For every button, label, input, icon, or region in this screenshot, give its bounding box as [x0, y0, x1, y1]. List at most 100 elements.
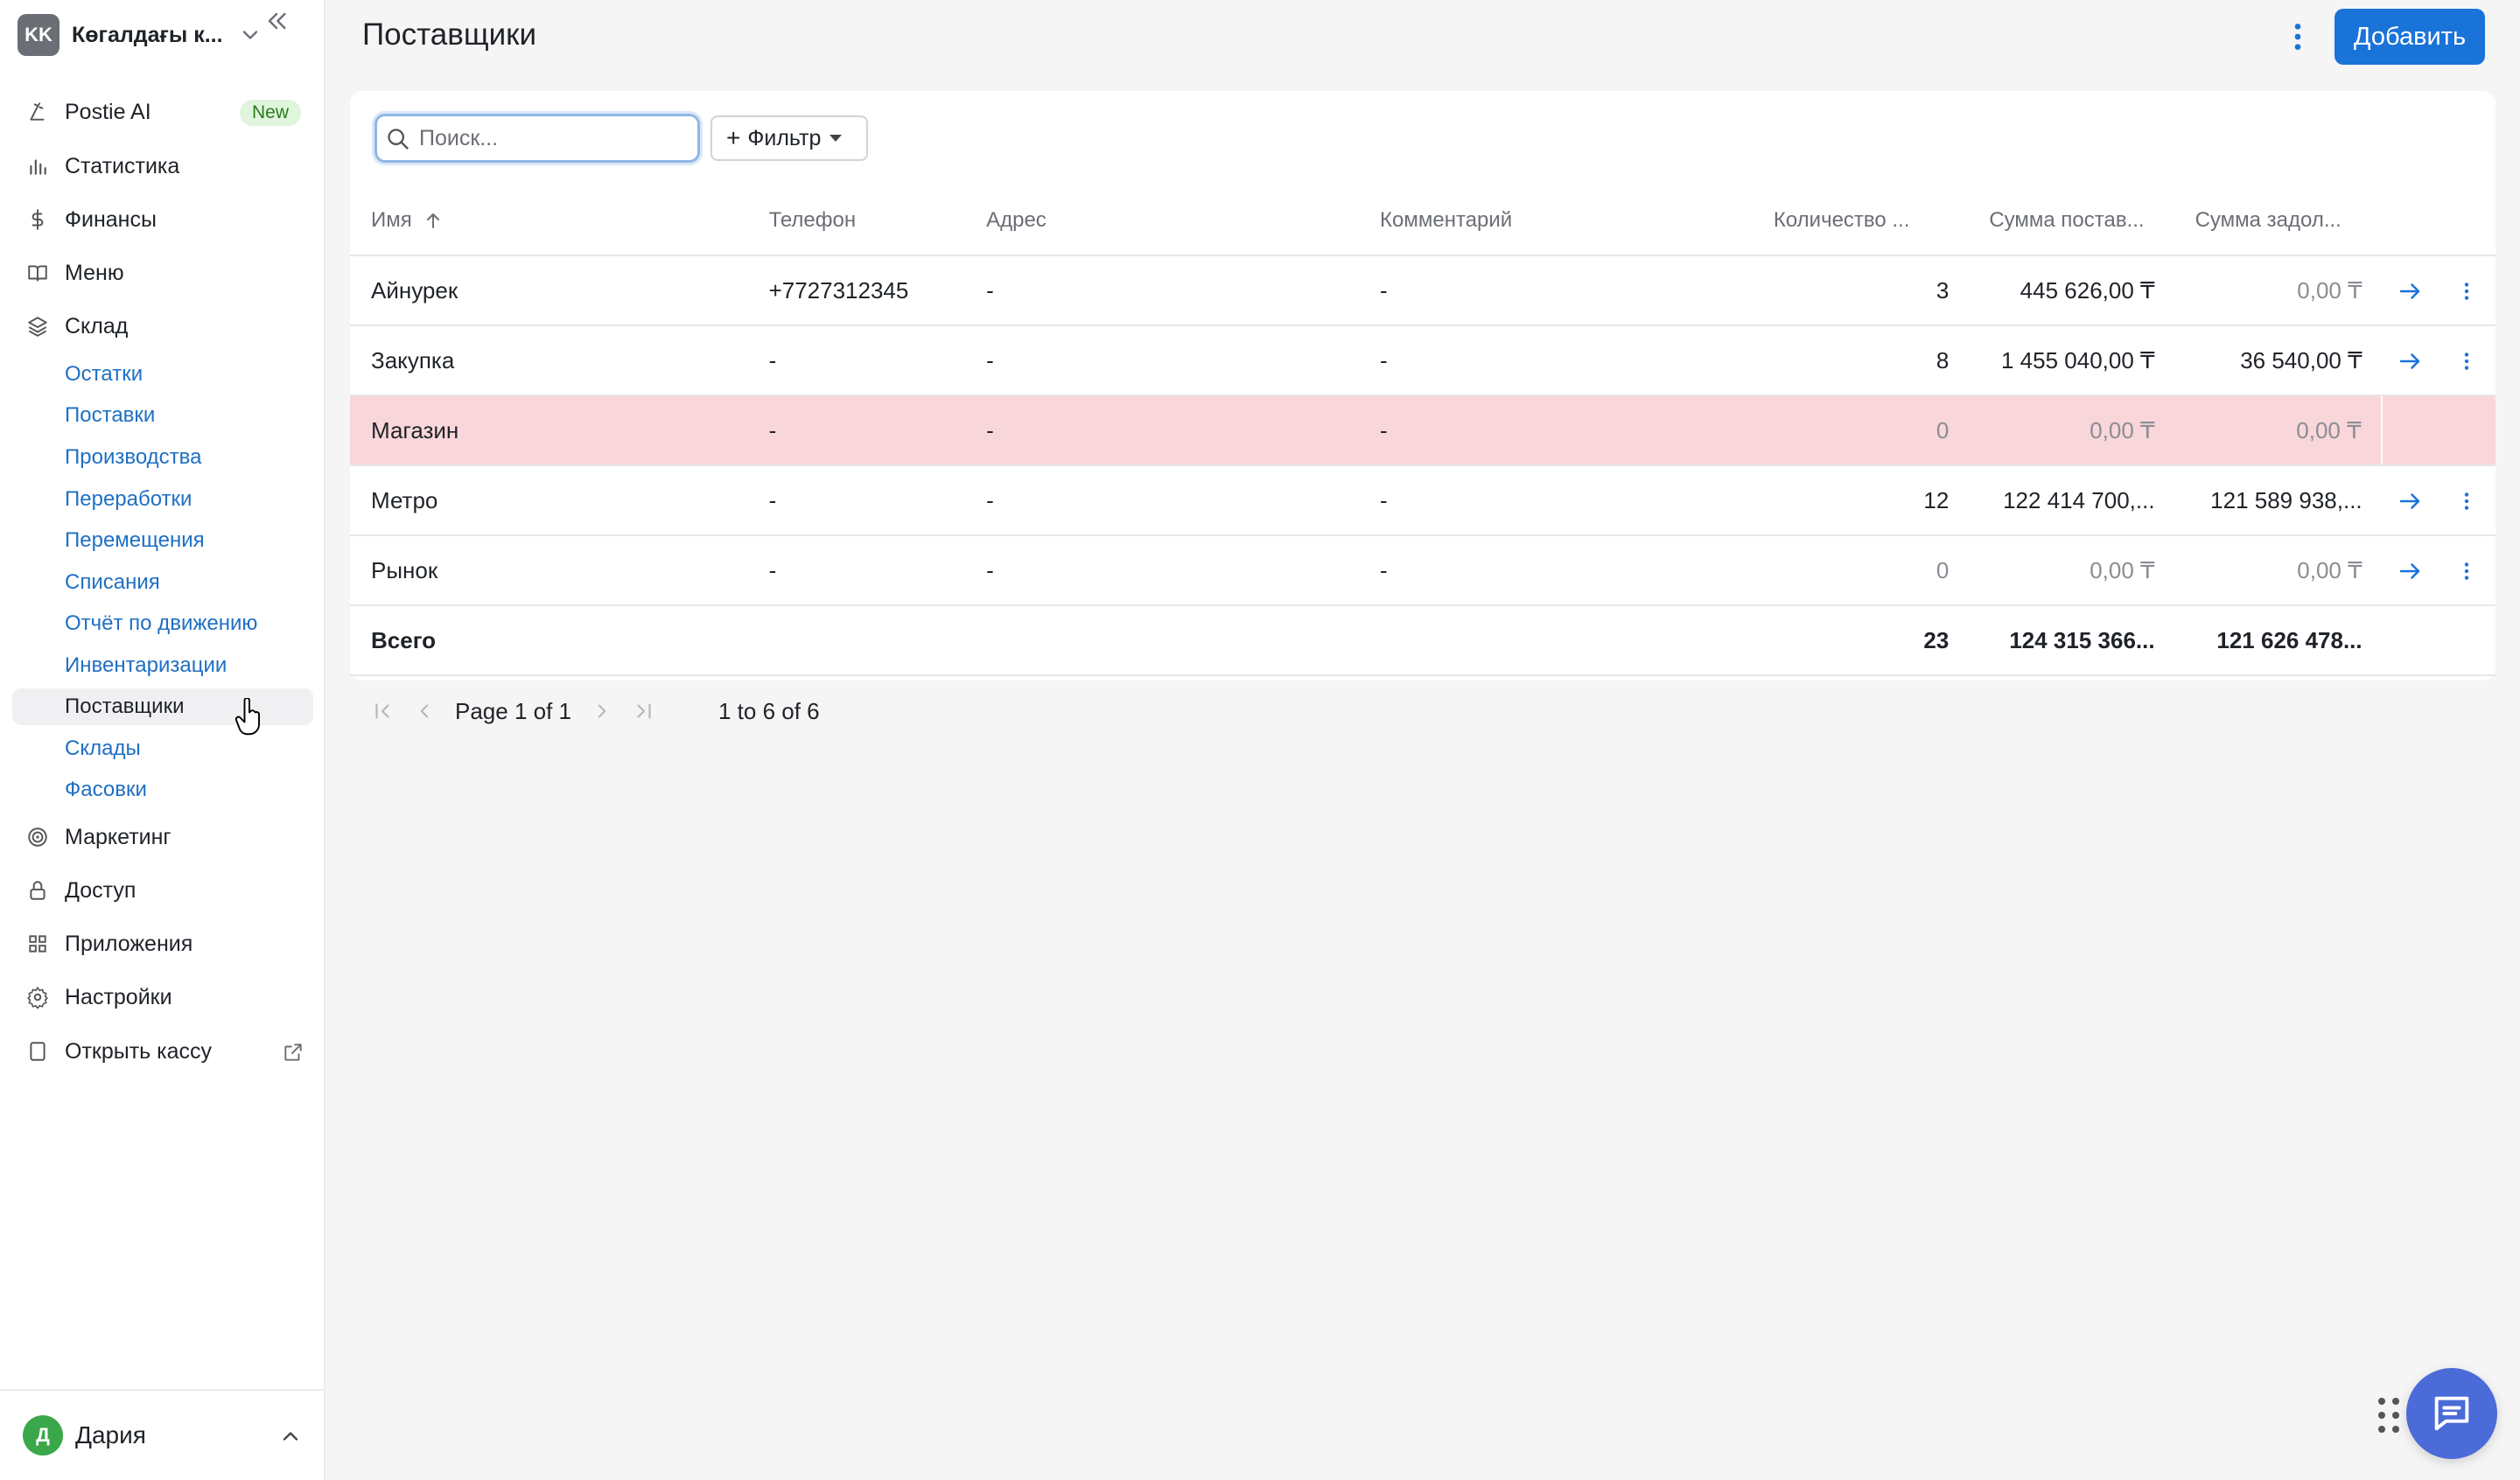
chevron-up-icon[interactable]	[278, 1424, 303, 1449]
table-total-row: Всего 23 124 315 366... 121 626 478...	[350, 605, 2496, 676]
next-page-icon[interactable]	[591, 700, 613, 723]
column-header-name[interactable]: Имя	[350, 185, 748, 256]
column-header-comment[interactable]: Комментарий	[1359, 185, 1753, 256]
sidebar-item-menu[interactable]: Меню	[12, 252, 313, 294]
cell-phone: -	[747, 535, 966, 606]
sidebar-item-label: Финансы	[65, 206, 157, 232]
more-vertical-icon[interactable]	[2455, 488, 2478, 514]
column-header-phone[interactable]: Телефон	[747, 185, 966, 256]
table-row[interactable]: Рынок - - - 0 0,00 ₸ 0,00 ₸	[350, 535, 2496, 606]
cell-comment: -	[1359, 255, 1753, 326]
sidebar-item-label: Меню	[65, 260, 124, 285]
arrow-right-icon[interactable]	[2397, 488, 2423, 514]
cell-debt-sum: 0,00 ₸	[2174, 535, 2382, 606]
chat-button[interactable]	[2406, 1368, 2497, 1459]
column-header-open	[2381, 185, 2439, 256]
cell-debt-sum: 0,00 ₸	[2174, 395, 2382, 466]
sidebar-item-open-cash[interactable]: Открыть кассу	[12, 1030, 313, 1072]
more-vertical-icon[interactable]	[2455, 558, 2478, 584]
filter-button[interactable]: + Фильтр	[710, 115, 868, 161]
sidebar-item-postie-ai[interactable]: Postie AI New	[12, 91, 313, 133]
row-range: 1 to 6 of 6	[718, 697, 820, 724]
user-menu[interactable]: Д Дария	[0, 1389, 326, 1480]
arrow-right-icon[interactable]	[2397, 558, 2423, 584]
layers-icon	[24, 313, 51, 339]
first-page-icon[interactable]	[371, 700, 394, 723]
cell-name: Магазин	[350, 395, 748, 466]
sidebar-sub-writeoffs[interactable]: Списания	[12, 564, 313, 601]
collapse-sidebar-icon[interactable]	[262, 7, 290, 35]
sidebar-sub-processing[interactable]: Переработки	[12, 481, 313, 518]
table-row[interactable]: Метро - - - 12 122 414 700,... 121 589 9…	[350, 465, 2496, 536]
tablet-icon	[24, 1038, 51, 1065]
search-box[interactable]	[374, 114, 700, 163]
cell-count: 0	[1752, 535, 1969, 606]
column-header-address[interactable]: Адрес	[965, 185, 1360, 256]
sidebar-item-marketing[interactable]: Маркетинг	[12, 816, 313, 858]
search-input[interactable]	[419, 122, 690, 155]
sidebar-sub-movement-report[interactable]: Отчёт по движению	[12, 605, 313, 642]
target-icon	[24, 824, 51, 850]
more-vertical-icon[interactable]	[2455, 278, 2478, 304]
cell-phone: +7727312345	[747, 255, 966, 326]
cell-count: 0	[1752, 395, 1969, 466]
chevron-down-icon[interactable]	[238, 23, 262, 47]
sort-ascending-icon	[426, 213, 439, 229]
last-page-icon[interactable]	[633, 700, 655, 723]
lock-icon	[24, 877, 51, 904]
more-vertical-icon[interactable]	[2280, 19, 2315, 54]
cell-address: -	[965, 325, 1360, 396]
chat-icon	[2434, 1396, 2469, 1431]
cell-open-empty	[2380, 395, 2439, 466]
sidebar-item-label: Postie AI	[65, 99, 151, 124]
sidebar-sub-production[interactable]: Производства	[12, 439, 313, 476]
sidebar-item-access[interactable]: Доступ	[12, 869, 313, 911]
cell-actions-empty	[2438, 395, 2496, 466]
sidebar-item-label: Доступ	[65, 877, 136, 903]
table-row[interactable]: Айнурек +7727312345 - - 3 445 626,00 ₸ 0…	[350, 255, 2496, 326]
cell-comment: -	[1359, 395, 1753, 466]
sidebar-sub-warehouses[interactable]: Склады	[12, 730, 313, 767]
cell-supply-sum: 445 626,00 ₸	[1968, 255, 2174, 326]
drag-handle-icon[interactable]	[2376, 1396, 2401, 1435]
more-vertical-icon[interactable]	[2455, 348, 2478, 374]
book-icon	[24, 260, 51, 286]
cell-supply-sum: 0,00 ₸	[1968, 395, 2174, 466]
sidebar-item-warehouse[interactable]: Склад	[12, 305, 313, 347]
org-avatar: KK	[18, 14, 60, 56]
cell-count: 3	[1752, 255, 1969, 326]
cell-count: 8	[1752, 325, 1969, 396]
filter-label: Фильтр	[747, 125, 822, 150]
sidebar-item-statistics[interactable]: Статистика	[12, 145, 313, 187]
cell-address: -	[965, 465, 1360, 536]
column-header-count[interactable]: Количество ...	[1752, 185, 1969, 256]
add-button[interactable]: Добавить	[2334, 9, 2485, 65]
sidebar-item-finance[interactable]: Финансы	[12, 199, 313, 241]
arrow-right-icon[interactable]	[2397, 278, 2423, 304]
table-row[interactable]: Закупка - - - 8 1 455 040,00 ₸ 36 540,00…	[350, 325, 2496, 396]
caret-down-icon	[830, 135, 843, 142]
sidebar-sub-packaging[interactable]: Фасовки	[12, 771, 313, 808]
grid-icon	[24, 931, 51, 957]
sidebar-sub-supplies[interactable]: Поставки	[12, 397, 313, 434]
arrow-right-icon[interactable]	[2397, 348, 2423, 374]
dollar-icon	[24, 206, 51, 233]
sparkle-icon	[24, 99, 51, 125]
prev-page-icon[interactable]	[413, 700, 436, 723]
cell-address: -	[965, 255, 1360, 326]
column-header-supply-sum[interactable]: Сумма постав...	[1968, 185, 2174, 256]
table-header-row: Имя Телефон Адрес Комментарий Количество…	[350, 185, 2496, 256]
cell-supply-sum: 1 455 040,00 ₸	[1968, 325, 2174, 396]
user-avatar: Д	[23, 1415, 63, 1456]
column-header-debt-sum[interactable]: Сумма задол...	[2174, 185, 2382, 256]
sidebar-sub-suppliers[interactable]: Поставщики	[12, 688, 313, 725]
sidebar-item-label: Склад	[65, 313, 129, 339]
sidebar-sub-inventory[interactable]: Инвентаризации	[12, 647, 313, 684]
sidebar-sub-transfers[interactable]: Перемещения	[12, 522, 313, 559]
sidebar-item-settings[interactable]: Настройки	[12, 976, 313, 1018]
cell-comment: -	[1359, 325, 1753, 396]
sidebar-sub-stock[interactable]: Остатки	[12, 356, 313, 393]
table-row-highlighted[interactable]: Магазин - - - 0 0,00 ₸ 0,00 ₸	[350, 395, 2496, 466]
gear-icon	[24, 984, 51, 1010]
sidebar-item-apps[interactable]: Приложения	[12, 923, 313, 965]
